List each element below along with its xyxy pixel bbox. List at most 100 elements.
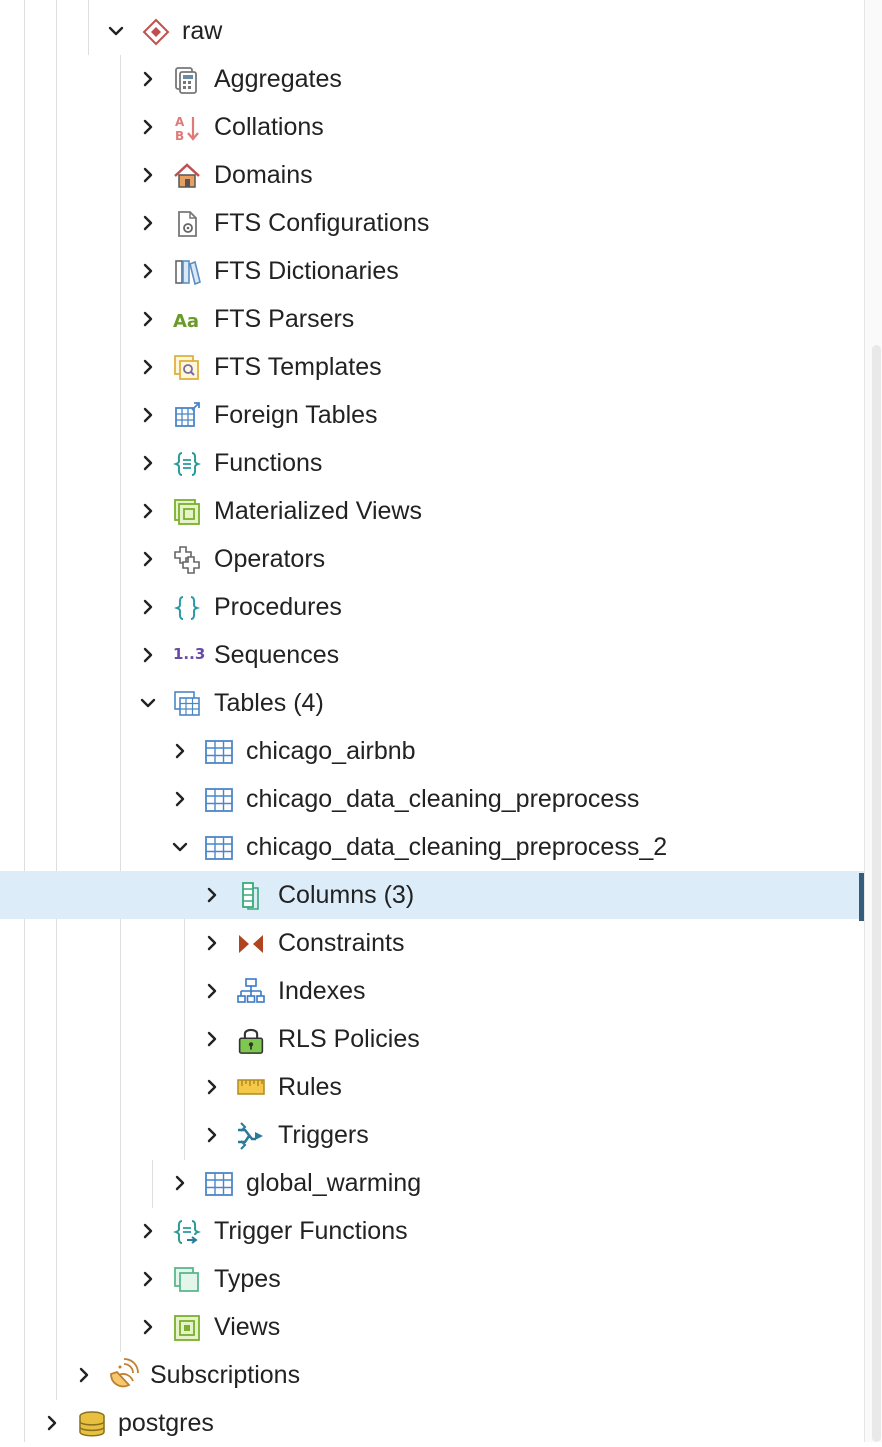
tree-node-subscriptions[interactable]: Subscriptions: [0, 1351, 864, 1399]
chevron-right-icon[interactable]: [138, 309, 158, 329]
svg-text:B: B: [175, 129, 184, 142]
chevron-right-icon[interactable]: [202, 933, 222, 953]
chevron-right-icon[interactable]: [138, 405, 158, 425]
tree-node-chicago-data-cleaning-preprocess-2[interactable]: chicago_data_cleaning_preprocess_2: [0, 823, 864, 871]
chevron-right-icon[interactable]: [138, 1221, 158, 1241]
triggers-icon: [237, 1122, 265, 1150]
chevron-right-icon[interactable]: [138, 1317, 158, 1337]
tree-node-rules[interactable]: Rules: [0, 1063, 864, 1111]
fts-configurations-icon: [173, 210, 201, 238]
chevron-right-icon[interactable]: [138, 261, 158, 281]
tree-node-foreign-tables[interactable]: Foreign Tables: [0, 391, 864, 439]
tree-node-rls-policies[interactable]: RLS Policies: [0, 1015, 864, 1063]
tree-node-label: Views: [214, 1313, 281, 1341]
types-icon: [173, 1266, 201, 1294]
tree-node-tables[interactable]: Tables (4): [0, 679, 864, 727]
chevron-right-icon[interactable]: [202, 1125, 222, 1145]
tree-node-chicago-airbnb[interactable]: chicago_airbnb: [0, 727, 864, 775]
functions-icon: [172, 450, 202, 478]
chevron-right-icon[interactable]: [202, 981, 222, 1001]
tree-node-label: chicago_data_cleaning_preprocess: [246, 785, 640, 813]
tree-node-postgres[interactable]: postgres: [0, 1399, 864, 1447]
table-icon: [205, 1170, 233, 1198]
chevron-right-icon[interactable]: [170, 741, 190, 761]
tree-node-fts-parsers[interactable]: Aa FTS Parsers: [0, 295, 864, 343]
collations-icon: AB: [173, 114, 201, 143]
schema-icon: [142, 18, 170, 46]
tree-node-label: FTS Configurations: [214, 209, 430, 237]
chevron-right-icon[interactable]: [138, 357, 158, 377]
tree-node-functions[interactable]: Functions: [0, 439, 864, 487]
tree-node-triggers[interactable]: Triggers: [0, 1111, 864, 1159]
chevron-down-icon[interactable]: [138, 693, 158, 713]
chevron-right-icon[interactable]: [202, 885, 222, 905]
materialized-views-icon: [173, 498, 201, 526]
database-icon: [78, 1410, 106, 1438]
svg-text:Aa: Aa: [173, 311, 199, 332]
chevron-right-icon[interactable]: [170, 1173, 190, 1193]
tree-node-label: Procedures: [214, 593, 342, 621]
domains-icon: [173, 162, 201, 190]
fts-parsers-icon: Aa: [173, 306, 201, 334]
tree-node-fts-dictionaries[interactable]: FTS Dictionaries: [0, 247, 864, 295]
tree-node-label: Subscriptions: [150, 1361, 301, 1389]
table-icon: [205, 834, 233, 862]
tree-node-global-warming[interactable]: global_warming: [0, 1159, 864, 1207]
chevron-right-icon[interactable]: [202, 1029, 222, 1049]
tree-node-views[interactable]: Views: [0, 1303, 864, 1351]
tree-node-label: Operators: [214, 545, 326, 573]
rls-policies-icon: [237, 1026, 265, 1054]
tree-node-indexes[interactable]: Indexes: [0, 967, 864, 1015]
chevron-right-icon[interactable]: [202, 1077, 222, 1097]
chevron-right-icon[interactable]: [138, 453, 158, 473]
scrollbar-thumb[interactable]: [872, 345, 881, 1442]
tree-node-raw[interactable]: raw: [0, 7, 864, 55]
svg-text:A: A: [175, 115, 185, 129]
tree-node-procedures[interactable]: Procedures: [0, 583, 864, 631]
tree-node-fts-configurations[interactable]: FTS Configurations: [0, 199, 864, 247]
tree-node-types[interactable]: Types: [0, 1255, 864, 1303]
tree-node-domains[interactable]: Domains: [0, 151, 864, 199]
chevron-right-icon[interactable]: [138, 645, 158, 665]
tree-node-label: Aggregates: [214, 65, 342, 93]
tree-node-trigger-functions[interactable]: Trigger Functions: [0, 1207, 864, 1255]
subscriptions-icon: [106, 1358, 140, 1392]
chevron-right-icon[interactable]: [138, 597, 158, 617]
chevron-right-icon[interactable]: [170, 789, 190, 809]
vertical-scrollbar[interactable]: [864, 0, 882, 1442]
chevron-right-icon[interactable]: [138, 213, 158, 233]
chevron-down-icon[interactable]: [106, 21, 126, 41]
svg-text:1..3: 1..3: [173, 645, 205, 663]
procedures-icon: [173, 594, 201, 622]
tree-node-chicago-data-cleaning-preprocess[interactable]: chicago_data_cleaning_preprocess: [0, 775, 864, 823]
chevron-right-icon[interactable]: [138, 69, 158, 89]
tree-node-sequences[interactable]: 1..3 Sequences: [0, 631, 864, 679]
chevron-right-icon[interactable]: [138, 1269, 158, 1289]
tree-node-label: Domains: [214, 161, 313, 189]
sequences-icon: 1..3: [173, 639, 205, 671]
tree-node-label: Triggers: [278, 1121, 369, 1149]
tree-node-constraints[interactable]: Constraints: [0, 919, 864, 967]
tree-node-fts-templates[interactable]: FTS Templates: [0, 343, 864, 391]
tree-node-aggregates[interactable]: Aggregates: [0, 55, 864, 103]
chevron-down-icon[interactable]: [170, 837, 190, 857]
tree-node-label: chicago_data_cleaning_preprocess_2: [246, 833, 668, 861]
constraints-icon: [237, 930, 265, 958]
tree-node-label: Constraints: [278, 929, 405, 957]
chevron-right-icon[interactable]: [42, 1413, 62, 1433]
chevron-right-icon[interactable]: [138, 165, 158, 185]
tree-node-label: Sequences: [214, 641, 340, 669]
chevron-right-icon[interactable]: [138, 117, 158, 137]
tree-node-columns[interactable]: Columns (3): [0, 871, 864, 921]
tree-node-materialized-views[interactable]: Materialized Views: [0, 487, 864, 535]
indexes-icon: [237, 978, 265, 1006]
chevron-right-icon[interactable]: [138, 549, 158, 569]
chevron-right-icon[interactable]: [74, 1365, 94, 1385]
chevron-right-icon[interactable]: [138, 501, 158, 521]
tree-node-operators[interactable]: Operators: [0, 535, 864, 583]
columns-icon: [237, 882, 265, 910]
tree-node-collations[interactable]: A B Collations: [0, 103, 864, 151]
tree-node-label: Columns (3): [278, 881, 415, 909]
views-icon: [173, 1314, 201, 1342]
tree-node-label: raw: [182, 17, 223, 45]
